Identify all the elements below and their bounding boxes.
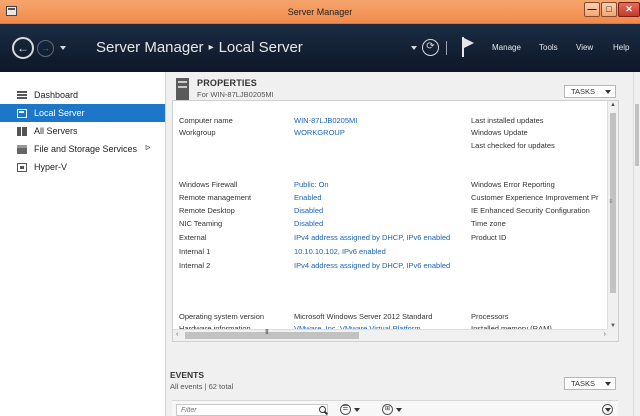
breadcrumb-separator-icon: ▸ <box>208 42 214 53</box>
prop-label: Remote management <box>179 193 252 202</box>
prop-value-os-version: Microsoft Windows Server 2012 Standard <box>294 312 433 321</box>
menu-tools[interactable]: Tools <box>539 24 558 72</box>
prop-value-nic-teaming[interactable]: Disabled <box>294 219 323 228</box>
prop-label: Internal 1 <box>179 247 211 256</box>
prop-right-label: Customer Experience Improvement Pr <box>471 193 599 202</box>
tasks-label: TASKS <box>571 87 596 96</box>
sidebar-item-label: File and Storage Services <box>34 144 138 154</box>
prop-right-label: Product ID <box>471 233 507 242</box>
scroll-right-icon[interactable]: › <box>604 331 606 338</box>
prop-right-label: Windows Update <box>471 128 528 137</box>
refresh-icon[interactable]: ⟳ <box>422 39 439 56</box>
events-subtitle: All events | 62 total <box>170 382 234 391</box>
sidebar-item-hyper-v[interactable]: Hyper-V <box>0 158 165 176</box>
sidebar: Dashboard Local Server All Servers File … <box>0 72 166 416</box>
maximize-button[interactable]: □ <box>601 2 617 17</box>
properties-subtitle: For WIN-87LJB0205MI <box>197 90 274 99</box>
sidebar-item-label: Local Server <box>34 108 85 118</box>
prop-right-label: Processors <box>471 312 509 321</box>
save-query-button[interactable]: ⊞ <box>382 404 393 415</box>
breadcrumb-dropdown-icon[interactable] <box>411 46 417 50</box>
sidebar-item-all-servers[interactable]: All Servers <box>0 122 165 140</box>
scrollbar-corner <box>607 329 618 341</box>
prop-label: NIC Teaming <box>179 219 223 228</box>
events-title: EVENTS <box>170 370 205 380</box>
back-arrow-icon[interactable]: ← <box>12 37 34 59</box>
sidebar-item-label: Dashboard <box>34 90 79 100</box>
prop-value-internal-1[interactable]: 10.10.10.102, IPv6 enabled <box>294 247 386 256</box>
prop-value-computer-name[interactable]: WIN-87LJB0205MI <box>294 116 357 125</box>
scroll-up-icon[interactable]: ▲ <box>610 102 616 108</box>
prop-label: External <box>179 233 207 242</box>
menu-manage[interactable]: Manage <box>492 24 521 72</box>
prop-label: Operating system version <box>179 312 265 321</box>
prop-right-label: IE Enhanced Security Configuration <box>471 206 590 215</box>
prop-label: Workgroup <box>179 128 216 137</box>
properties-tasks-button[interactable]: TASKS <box>564 85 616 98</box>
breadcrumb: Server Manager ▸ Local Server <box>96 39 303 56</box>
header-bar: ← → Server Manager ▸ Local Server ⟳ Manage… <box>0 24 640 72</box>
prop-label: Computer name <box>179 116 233 125</box>
chevron-down-icon[interactable] <box>354 408 360 412</box>
properties-horizontal-scrollbar[interactable]: ‹ III › <box>173 329 609 341</box>
sidebar-item-label: All Servers <box>34 126 78 136</box>
filter-options-button[interactable]: ☰ <box>340 404 351 415</box>
scroll-left-icon[interactable]: ‹ <box>176 331 178 338</box>
sidebar-item-file-storage-services[interactable]: File and Storage Services ᐅ <box>0 140 165 158</box>
expand-section-icon[interactable] <box>602 404 613 415</box>
dashboard-icon <box>17 91 27 100</box>
all-servers-icon <box>17 127 27 136</box>
window-title: Server Manager <box>287 7 353 17</box>
scroll-grip-icon: ≡ <box>609 199 613 205</box>
prop-value-workgroup[interactable]: WORKGROUP <box>294 128 345 137</box>
events-filter-bar: ☰ ⊞ <box>172 400 618 416</box>
breadcrumb-current: Local Server <box>218 39 303 56</box>
events-filter-input[interactable] <box>176 404 328 416</box>
menu-view[interactable]: View <box>576 24 593 72</box>
expand-arrow-icon[interactable]: ᐅ <box>145 140 150 158</box>
menu-help[interactable]: Help <box>613 24 629 72</box>
prop-right-label: Time zone <box>471 219 506 228</box>
prop-label: Remote Desktop <box>179 206 235 215</box>
notifications-flag-icon[interactable] <box>462 37 476 57</box>
prop-right-label: Last checked for updates <box>471 141 555 150</box>
header-divider <box>446 41 447 55</box>
properties-vertical-scrollbar[interactable]: ▲ ≡ ▼ <box>607 101 618 330</box>
prop-value-remote-desktop[interactable]: Disabled <box>294 206 323 215</box>
scroll-grip-icon: III <box>265 329 269 336</box>
properties-server-icon <box>176 78 189 100</box>
events-tasks-button[interactable]: TASKS <box>564 377 616 390</box>
prop-value-firewall[interactable]: Public: On <box>294 180 329 189</box>
forward-arrow-icon[interactable]: → <box>37 40 54 57</box>
prop-value-external[interactable]: IPv4 address assigned by DHCP, IPv6 enab… <box>294 233 450 242</box>
properties-hscroll-thumb[interactable] <box>185 332 359 339</box>
breadcrumb-root[interactable]: Server Manager <box>96 39 204 56</box>
history-dropdown-icon[interactable] <box>60 46 66 50</box>
search-icon[interactable] <box>319 406 326 413</box>
close-button[interactable]: ✕ <box>618 2 640 17</box>
sidebar-item-local-server[interactable]: Local Server <box>0 104 165 122</box>
prop-label: Internal 2 <box>179 261 211 270</box>
prop-value-internal-2[interactable]: IPv4 address assigned by DHCP, IPv6 enab… <box>294 261 450 270</box>
properties-panel: Computer name WIN-87LJB0205MI Workgroup … <box>172 100 619 342</box>
main-content: PROPERTIES For WIN-87LJB0205MI TASKS Com… <box>166 72 640 416</box>
file-storage-icon <box>17 145 27 154</box>
chevron-down-icon[interactable] <box>396 408 402 412</box>
prop-value-remote-management[interactable]: Enabled <box>294 193 322 202</box>
sidebar-item-label: Hyper-V <box>34 162 68 172</box>
local-server-icon <box>17 109 27 118</box>
chevron-down-icon <box>605 382 611 386</box>
hyper-v-icon <box>17 163 27 172</box>
tasks-label: TASKS <box>571 379 596 388</box>
properties-title: PROPERTIES <box>197 78 258 88</box>
main-scrollbar[interactable] <box>633 72 640 416</box>
prop-label: Windows Firewall <box>179 180 238 189</box>
sidebar-item-dashboard[interactable]: Dashboard <box>0 86 165 104</box>
prop-right-label: Last installed updates <box>471 116 544 125</box>
prop-right-label: Windows Error Reporting <box>471 180 555 189</box>
minimize-button[interactable]: — <box>584 2 600 17</box>
main-scroll-thumb[interactable] <box>635 104 639 166</box>
chevron-down-icon <box>605 90 611 94</box>
window-title-bar: Server Manager — □ ✕ <box>0 0 640 24</box>
